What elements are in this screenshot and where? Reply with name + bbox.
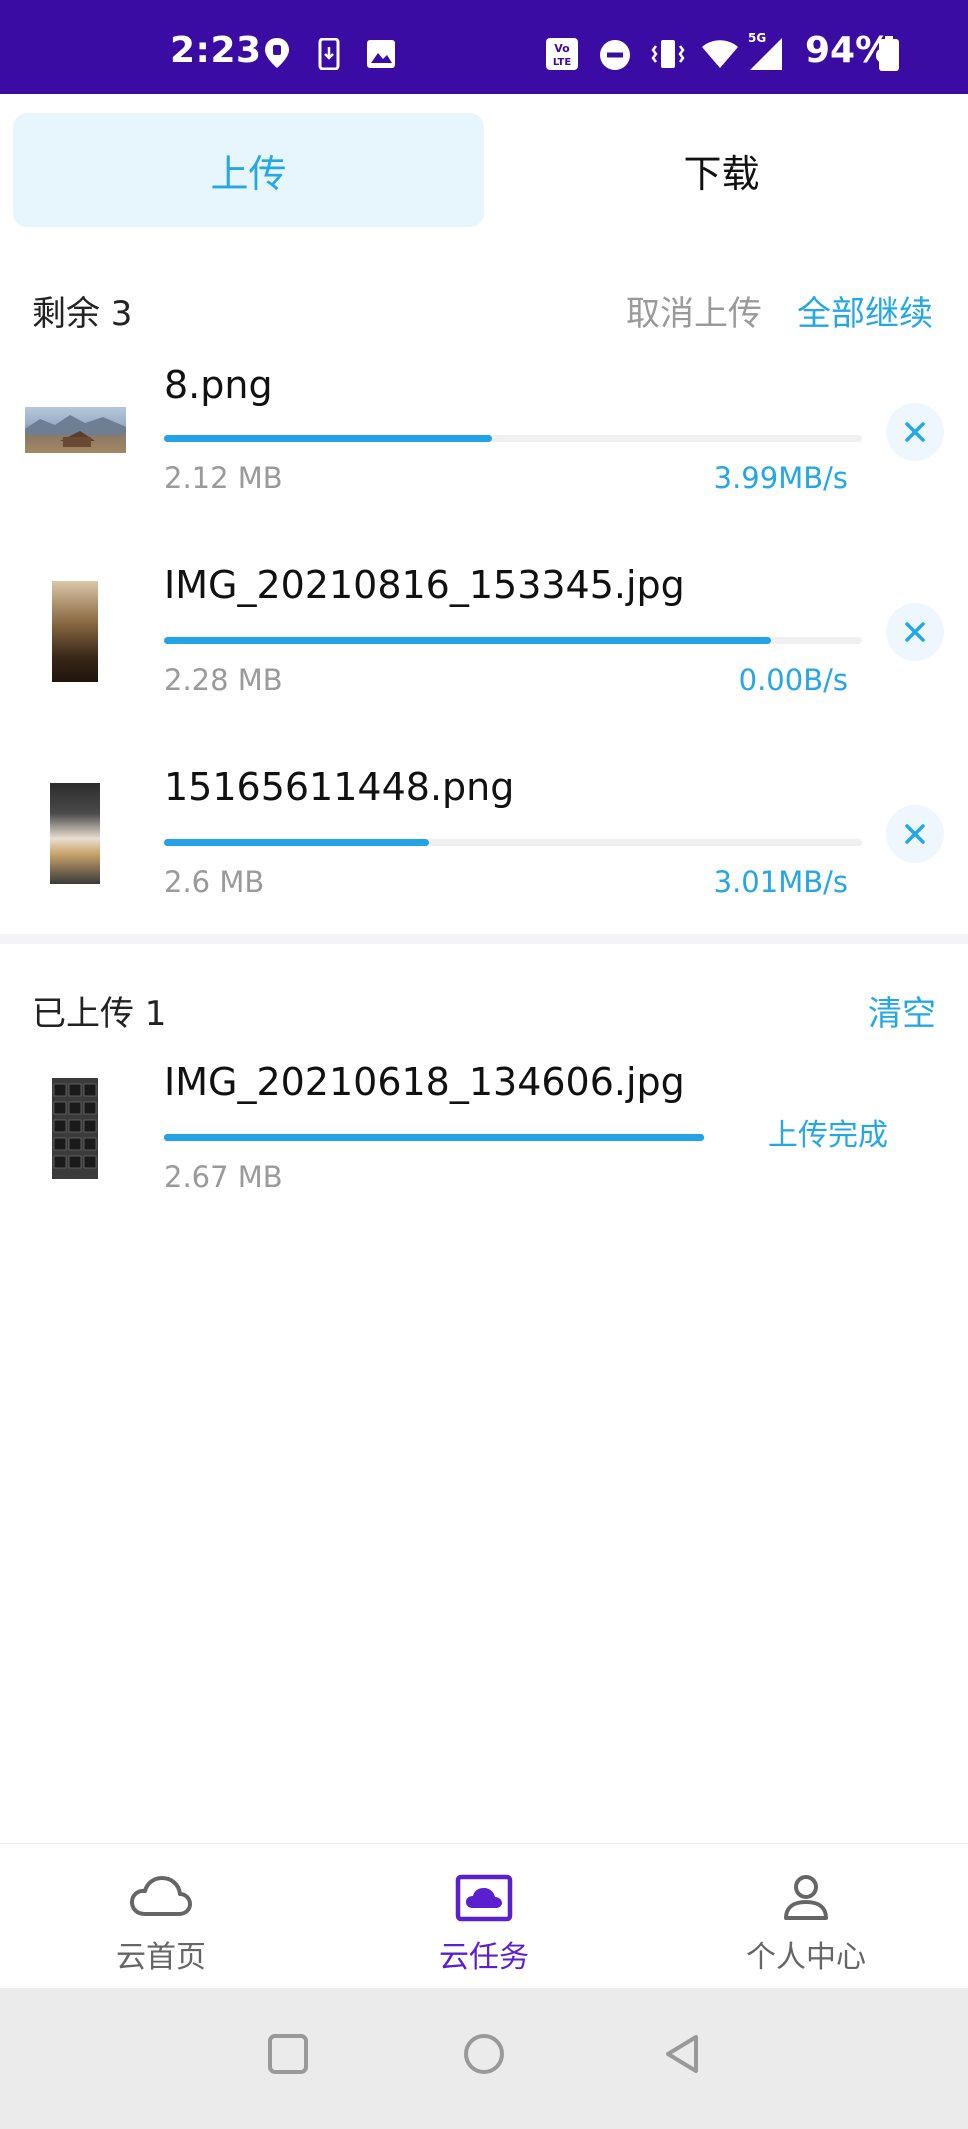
tab-upload[interactable]: 上传 xyxy=(13,113,484,227)
upload-complete-status: 上传完成 xyxy=(768,1118,888,1153)
dnd-icon xyxy=(600,40,630,70)
upload-item[interactable]: 15165611448.png 2.6 MB 3.01MB/s xyxy=(0,759,968,961)
uploaded-count-title: 已上传 1 xyxy=(32,994,167,1034)
uploaded-item[interactable]: IMG_20210618_134606.jpg 2.67 MB 上传完成 xyxy=(0,1054,968,1256)
cloud-icon xyxy=(130,1876,192,1916)
tab-download[interactable]: 下载 xyxy=(486,113,957,227)
progress-track xyxy=(164,435,862,442)
nav-cloud-home[interactable]: 云首页 xyxy=(0,1844,322,1989)
clear-button[interactable]: 清空 xyxy=(868,986,936,1035)
file-name: IMG_20210618_134606.jpg xyxy=(164,1060,685,1104)
volte-icon: Vo LTE xyxy=(546,38,578,70)
system-nav-bar xyxy=(0,1988,968,2129)
image-icon xyxy=(367,40,395,68)
file-size: 2.28 MB xyxy=(164,663,283,697)
close-icon xyxy=(905,824,925,844)
nav-label: 个人中心 xyxy=(746,1940,866,1975)
file-size: 2.67 MB xyxy=(164,1160,283,1194)
nav-label: 云首页 xyxy=(116,1940,206,1975)
progress-fill xyxy=(164,435,493,442)
wifi-icon xyxy=(702,40,738,68)
progress-track xyxy=(164,637,862,644)
status-bar: 2:23 Vo LTE 5G 94% xyxy=(0,0,968,94)
back-triangle-icon[interactable] xyxy=(660,2032,704,2076)
location-icon xyxy=(265,38,289,68)
file-thumbnail xyxy=(52,1078,98,1179)
file-thumbnail xyxy=(52,581,98,682)
phone-download-icon xyxy=(318,38,340,70)
user-icon xyxy=(784,1875,828,1920)
home-circle-icon[interactable] xyxy=(462,2032,506,2076)
cancel-file-button[interactable] xyxy=(886,403,944,461)
file-name: 15165611448.png xyxy=(164,765,515,809)
cancel-upload-button[interactable]: 取消上传 xyxy=(626,286,762,335)
resume-all-button[interactable]: 全部继续 xyxy=(797,286,933,335)
nav-cloud-tasks[interactable]: 云任务 xyxy=(323,1844,645,1989)
upload-speed: 3.01MB/s xyxy=(713,865,848,899)
upload-item[interactable]: IMG_20210816_153345.jpg 2.28 MB 0.00B/s xyxy=(0,557,968,759)
svg-text:LTE: LTE xyxy=(553,57,572,68)
progress-fill xyxy=(164,839,430,846)
bottom-nav: 云首页 云任务 个人中心 xyxy=(0,1843,968,1988)
upload-speed: 3.99MB/s xyxy=(713,461,848,495)
file-name: 8.png xyxy=(164,363,273,407)
remaining-count-title: 剩余 3 xyxy=(32,294,133,334)
battery-icon xyxy=(879,36,899,71)
cancel-file-button[interactable] xyxy=(886,805,944,863)
tab-upload-label: 上传 xyxy=(210,151,287,196)
upload-item[interactable]: 8.png 2.12 MB 3.99MB/s xyxy=(0,355,968,557)
progress-fill xyxy=(164,1134,704,1141)
file-name: IMG_20210816_153345.jpg xyxy=(164,563,685,607)
tab-download-label: 下载 xyxy=(683,151,760,196)
vibrate-icon xyxy=(651,40,685,68)
nav-label: 云任务 xyxy=(439,1940,529,1975)
5g-signal-icon: 5G xyxy=(748,31,782,70)
progress-track xyxy=(164,839,862,846)
file-size: 2.6 MB xyxy=(164,865,265,899)
progress-track xyxy=(164,1134,704,1141)
progress-fill xyxy=(164,637,772,644)
svg-text:5G: 5G xyxy=(748,31,766,45)
cancel-file-button[interactable] xyxy=(886,603,944,661)
file-thumbnail xyxy=(50,783,100,884)
file-thumbnail xyxy=(25,407,126,453)
svg-text:Vo: Vo xyxy=(554,42,570,55)
cloud-task-icon xyxy=(455,1874,513,1922)
section-divider xyxy=(0,934,968,944)
upload-speed: 0.00B/s xyxy=(738,663,848,697)
close-icon xyxy=(905,422,925,442)
file-size: 2.12 MB xyxy=(164,461,283,495)
status-time: 2:23 xyxy=(170,30,262,71)
recents-square-icon[interactable] xyxy=(266,2032,310,2076)
close-icon xyxy=(905,622,925,642)
nav-profile[interactable]: 个人中心 xyxy=(645,1844,967,1989)
